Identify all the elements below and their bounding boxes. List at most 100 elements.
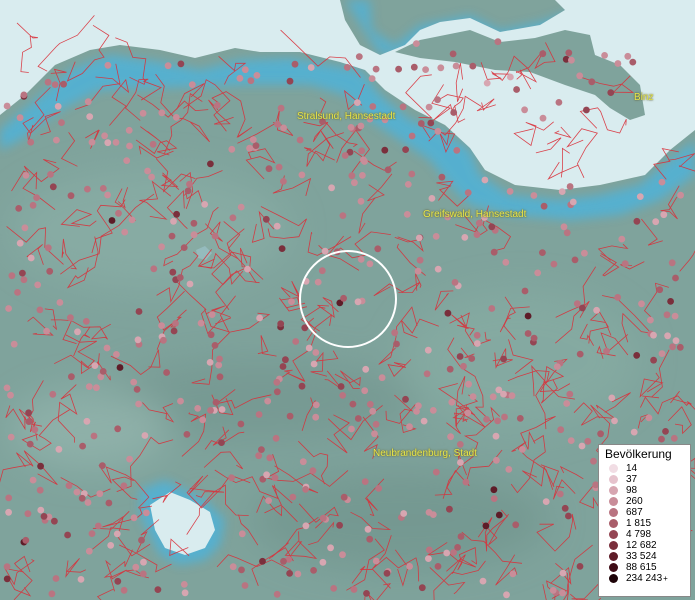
population-dot[interactable]: [183, 431, 191, 438]
population-dot[interactable]: [177, 397, 184, 405]
population-dot[interactable]: [154, 586, 162, 593]
population-dot[interactable]: [130, 378, 138, 386]
population-dot[interactable]: [354, 415, 362, 422]
population-dot[interactable]: [168, 232, 176, 240]
population-dot[interactable]: [372, 65, 380, 73]
population-dot[interactable]: [427, 119, 435, 127]
population-dot[interactable]: [597, 430, 604, 438]
population-dot[interactable]: [216, 373, 224, 381]
population-dot[interactable]: [406, 423, 413, 431]
population-dot[interactable]: [25, 418, 33, 425]
population-dot[interactable]: [104, 191, 111, 199]
population-dot[interactable]: [207, 331, 215, 339]
population-dot[interactable]: [395, 65, 402, 73]
population-dot[interactable]: [452, 62, 460, 70]
population-dot[interactable]: [104, 139, 112, 147]
population-dot[interactable]: [246, 144, 254, 152]
population-dot[interactable]: [86, 113, 94, 120]
population-dot[interactable]: [273, 388, 281, 396]
population-dot[interactable]: [180, 581, 188, 588]
population-dot[interactable]: [96, 490, 104, 498]
population-dot[interactable]: [291, 60, 299, 68]
population-dot[interactable]: [614, 294, 622, 301]
population-dot[interactable]: [438, 173, 446, 181]
population-dot[interactable]: [307, 64, 315, 71]
population-dot[interactable]: [24, 510, 32, 518]
population-dot[interactable]: [457, 533, 465, 540]
population-dot[interactable]: [164, 62, 172, 70]
population-dot[interactable]: [207, 160, 214, 168]
population-dot[interactable]: [494, 417, 501, 425]
population-dot[interactable]: [447, 433, 454, 441]
population-dot[interactable]: [229, 563, 237, 571]
population-dot[interactable]: [121, 228, 129, 236]
population-dot[interactable]: [10, 340, 18, 348]
population-dot[interactable]: [286, 412, 294, 420]
population-dot[interactable]: [298, 171, 306, 179]
population-dot[interactable]: [402, 146, 409, 154]
population-dot[interactable]: [588, 78, 596, 86]
population-dot[interactable]: [262, 215, 270, 223]
population-dot[interactable]: [672, 274, 679, 282]
population-dot[interactable]: [410, 63, 418, 71]
population-dot[interactable]: [549, 587, 557, 594]
population-dot[interactable]: [429, 407, 437, 414]
population-dot[interactable]: [49, 390, 57, 398]
population-dot[interactable]: [650, 356, 657, 364]
population-dot[interactable]: [488, 223, 496, 231]
population-dot[interactable]: [337, 383, 345, 390]
population-dot[interactable]: [660, 211, 668, 219]
population-dot[interactable]: [339, 551, 346, 559]
population-dot[interactable]: [259, 557, 266, 565]
population-dot[interactable]: [107, 542, 115, 549]
population-dot[interactable]: [141, 432, 149, 439]
population-dot[interactable]: [170, 327, 178, 335]
population-dot[interactable]: [47, 171, 54, 178]
population-dot[interactable]: [516, 415, 524, 422]
population-dot[interactable]: [19, 269, 26, 277]
population-dot[interactable]: [83, 417, 91, 425]
population-dot[interactable]: [113, 351, 120, 358]
population-map[interactable]: Stralsund, Hansestadt Greifswald, Hanses…: [0, 0, 695, 600]
population-dot[interactable]: [500, 355, 507, 363]
population-dot[interactable]: [350, 586, 358, 593]
population-dot[interactable]: [16, 114, 24, 122]
population-dot[interactable]: [194, 405, 202, 412]
population-dot[interactable]: [413, 408, 420, 415]
population-dot[interactable]: [366, 535, 374, 543]
population-dot[interactable]: [468, 355, 476, 362]
population-dot[interactable]: [540, 202, 548, 210]
population-dot[interactable]: [363, 590, 370, 597]
population-dot[interactable]: [513, 86, 520, 93]
population-dot[interactable]: [258, 446, 265, 453]
population-dot[interactable]: [286, 570, 293, 577]
population-dot[interactable]: [138, 536, 145, 544]
population-dot[interactable]: [208, 311, 216, 318]
population-dot[interactable]: [170, 217, 177, 225]
population-dot[interactable]: [176, 274, 184, 281]
population-dot[interactable]: [238, 530, 246, 538]
population-dot[interactable]: [273, 378, 281, 386]
population-dot[interactable]: [495, 511, 503, 519]
population-dot[interactable]: [611, 417, 618, 425]
population-dot[interactable]: [27, 254, 35, 262]
population-dot[interactable]: [238, 566, 245, 574]
population-dot[interactable]: [120, 586, 128, 594]
population-dot[interactable]: [418, 584, 426, 592]
population-dot[interactable]: [663, 311, 671, 319]
population-dot[interactable]: [490, 495, 498, 502]
population-dot[interactable]: [565, 49, 573, 57]
population-dot[interactable]: [133, 386, 141, 393]
population-dot[interactable]: [647, 316, 654, 324]
population-dot[interactable]: [563, 400, 571, 407]
population-dot[interactable]: [278, 245, 286, 253]
population-dot[interactable]: [434, 563, 442, 570]
population-dot[interactable]: [506, 188, 514, 195]
population-dot[interactable]: [503, 591, 510, 599]
population-dot[interactable]: [372, 557, 380, 565]
population-dot[interactable]: [555, 99, 563, 106]
population-dot[interactable]: [265, 165, 273, 173]
population-dot[interactable]: [490, 486, 498, 494]
population-dot[interactable]: [280, 557, 287, 565]
population-dot[interactable]: [305, 344, 313, 352]
